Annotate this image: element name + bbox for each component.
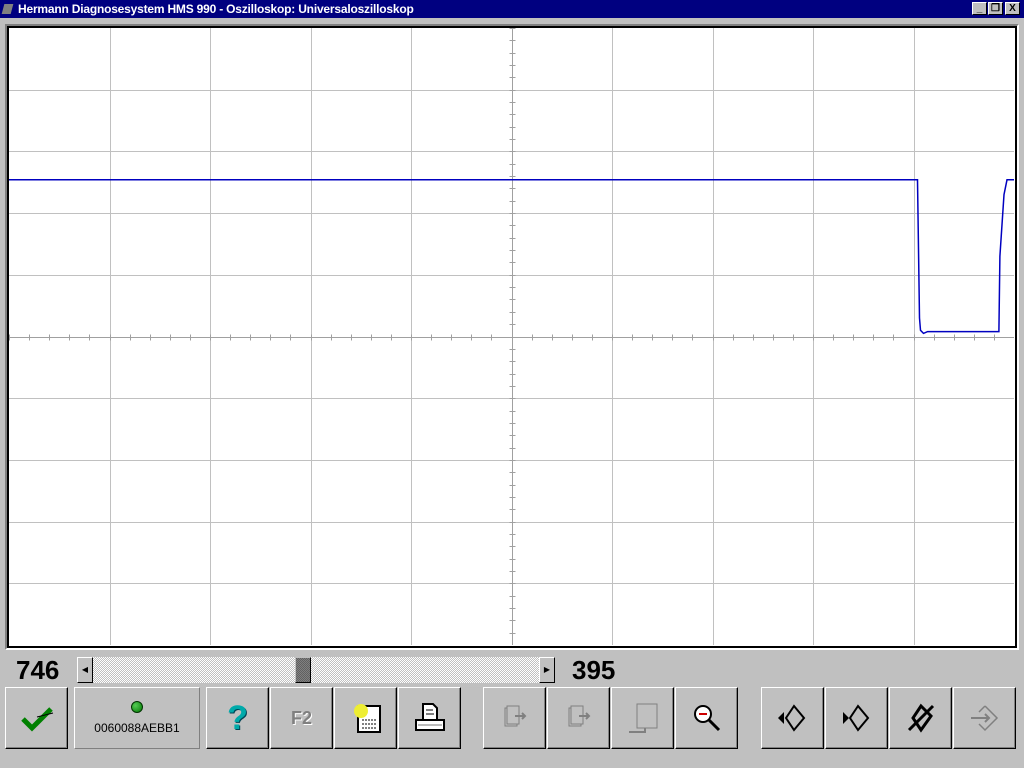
scroll-left-arrow[interactable]: ◀: [77, 657, 93, 683]
ok-button[interactable]: [5, 687, 68, 749]
question-icon: ?: [227, 698, 248, 737]
scroll-left-value: 746: [16, 655, 60, 685]
title-bar: Hermann Diagnosesystem HMS 990 - Oszillo…: [0, 0, 1024, 18]
oscilloscope-display[interactable]: [9, 28, 1015, 646]
connection-led-icon: [131, 701, 143, 713]
print-button[interactable]: [398, 687, 461, 749]
device-status-button[interactable]: 0060088AEBB1: [74, 687, 200, 749]
diamond-left-icon: [777, 704, 805, 732]
exit-arrow-icon: [970, 705, 998, 732]
signal-trace: [9, 179, 1014, 335]
scroll-thumb[interactable]: [295, 657, 312, 683]
time-scrollbar[interactable]: ◀ ▶: [77, 657, 555, 683]
help-button[interactable]: ?: [206, 687, 269, 749]
page-next-button[interactable]: [547, 687, 610, 749]
oscilloscope-frame: [5, 24, 1019, 650]
cursor-crossed-icon: [907, 703, 934, 733]
f2-button[interactable]: F2: [270, 687, 333, 749]
exit-button[interactable]: [953, 687, 1016, 749]
magnifier-minus-icon: [693, 705, 720, 732]
pages-arrow-icon: [504, 705, 526, 727]
app-icon: [1, 4, 14, 14]
page-return-icon: [628, 703, 657, 733]
document-edit-icon: [353, 704, 381, 733]
scroll-right-value: 395: [572, 655, 616, 685]
close-button[interactable]: X: [1005, 2, 1020, 15]
window-title: Hermann Diagnosesystem HMS 990 - Oszillo…: [18, 2, 414, 16]
checkmark-icon: [20, 707, 53, 732]
cursor-right-button[interactable]: [825, 687, 888, 749]
cursor-left-button[interactable]: [761, 687, 824, 749]
f2-label: F2: [290, 707, 312, 728]
cursor-hide-button[interactable]: [889, 687, 952, 749]
oscilloscope-chart: [9, 28, 1014, 645]
zoom-out-button[interactable]: [675, 687, 738, 749]
printer-icon: [414, 703, 445, 731]
device-id: 0060088AEBB1: [94, 721, 180, 735]
restore-button[interactable]: ❐: [988, 2, 1003, 15]
minimize-button[interactable]: _: [972, 2, 987, 15]
document-button[interactable]: [334, 687, 397, 749]
pages-arrow-icon: [568, 705, 590, 727]
page-return-button[interactable]: [611, 687, 674, 749]
diamond-right-icon: [842, 704, 869, 732]
page-forward-button[interactable]: [483, 687, 546, 749]
scroll-right-arrow[interactable]: ▶: [539, 657, 555, 683]
